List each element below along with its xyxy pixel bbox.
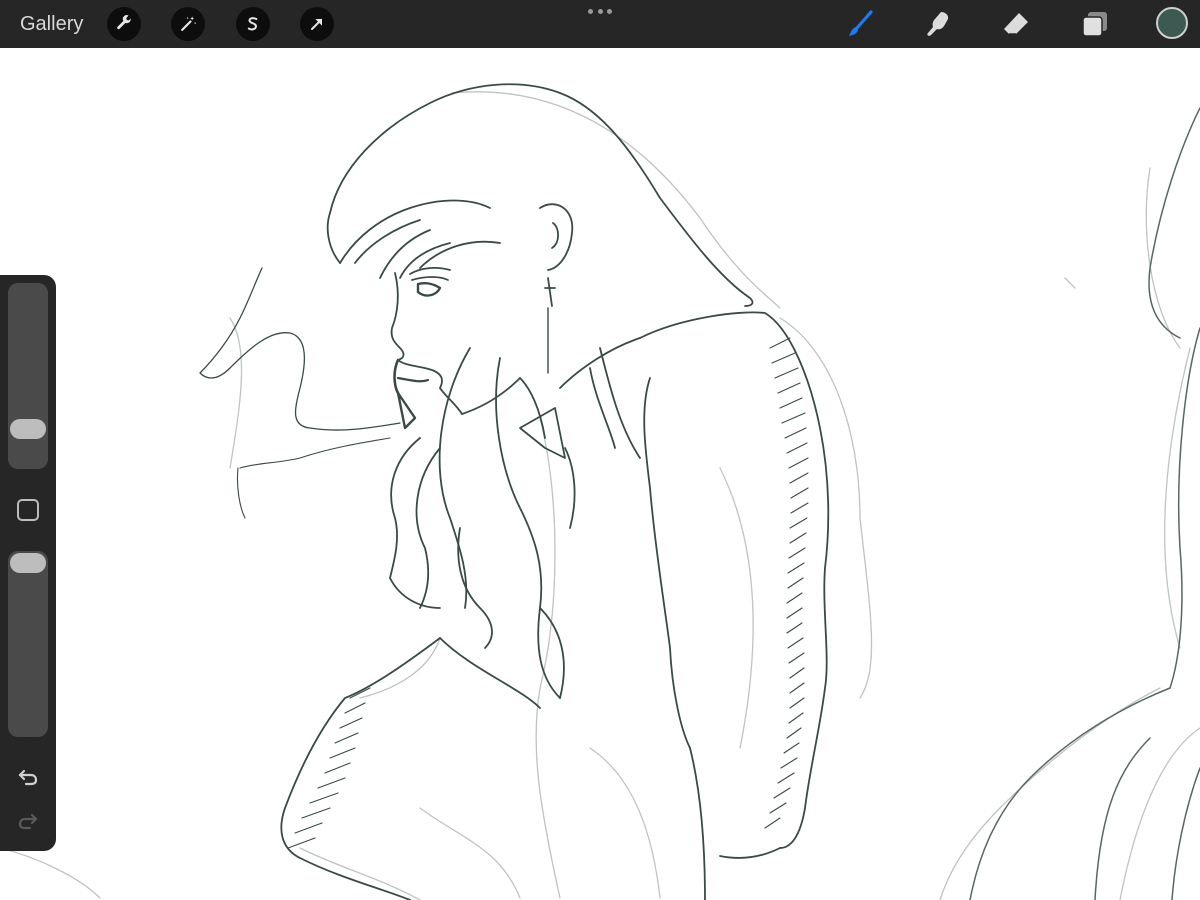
brush-tool-button[interactable] [843,6,879,42]
smudge-tool-button[interactable] [920,6,956,42]
opacity-slider[interactable] [8,551,48,737]
layers-icon [1082,12,1107,37]
redo-button[interactable] [14,807,42,835]
ink-lines [199,83,830,900]
layers-button[interactable] [1077,6,1113,42]
selection-s-icon [247,17,258,31]
adjustments-button[interactable] [171,7,205,41]
actions-button[interactable] [107,7,141,41]
eraser-icon [1004,13,1028,35]
brush-size-thumb[interactable] [10,419,46,440]
drawing-canvas[interactable] [0,48,1200,900]
opacity-thumb[interactable] [10,553,46,573]
undo-button[interactable] [14,763,42,791]
sleeve-hatching [287,337,809,849]
eraser-tool-button[interactable] [998,6,1034,42]
construction-lines [0,91,1200,900]
dot [597,8,603,14]
redo-icon [18,813,38,830]
magic-wand-icon [181,16,197,31]
transform-button[interactable] [300,7,334,41]
wrench-icon [117,15,132,30]
brush-icon [849,10,873,36]
modify-button[interactable] [17,499,39,521]
gallery-button[interactable]: Gallery [20,10,83,38]
top-toolbar: Gallery [0,0,1200,48]
sketch-artwork [0,83,1200,900]
selection-button[interactable] [236,7,270,41]
left-sidebar [0,275,56,851]
color-picker-swatch[interactable] [1156,7,1188,39]
arrow-cursor-icon [311,18,323,30]
smudge-icon [927,12,949,36]
procreate-app: Gallery [0,0,1200,900]
more-options-dots[interactable] [588,4,612,18]
brush-size-slider[interactable] [8,283,48,469]
dot [588,8,593,14]
dot [607,8,612,14]
undo-icon [18,769,38,786]
